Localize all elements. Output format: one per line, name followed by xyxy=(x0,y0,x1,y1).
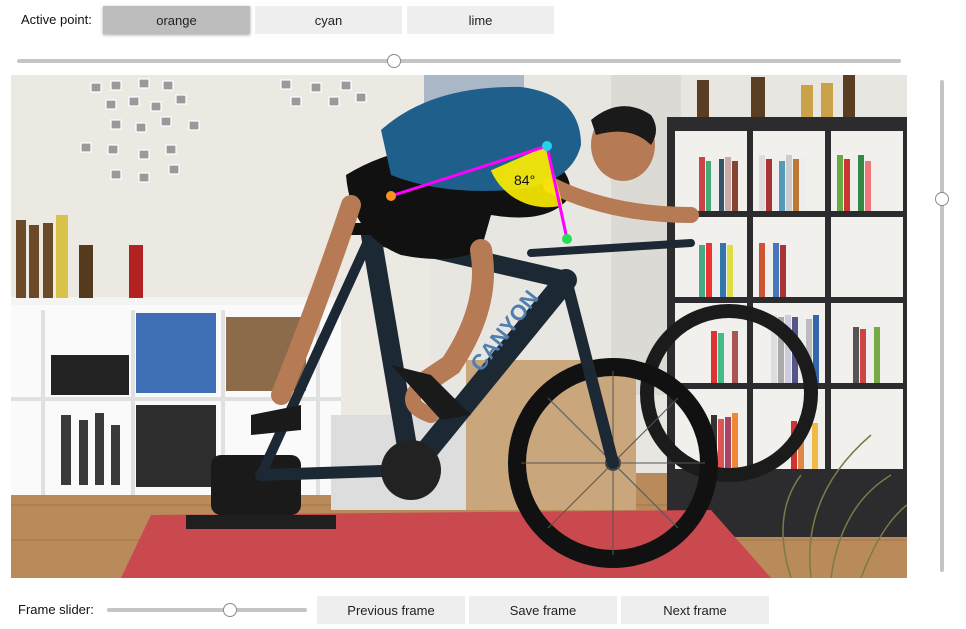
cyan-point[interactable] xyxy=(542,141,552,151)
orange-point-button[interactable]: orange xyxy=(103,6,250,34)
lime-point[interactable] xyxy=(562,234,572,244)
previous-frame-button[interactable]: Previous frame xyxy=(317,596,465,624)
lime-point-button[interactable]: lime xyxy=(407,6,554,34)
orange-point[interactable] xyxy=(386,191,396,201)
frame-slider-track[interactable] xyxy=(107,608,307,612)
save-frame-button[interactable]: Save frame xyxy=(469,596,617,624)
vertical-slider-thumb[interactable] xyxy=(935,192,949,206)
cyan-point-button[interactable]: cyan xyxy=(255,6,402,34)
top-slider-track[interactable] xyxy=(17,59,901,63)
frame-image: CANYON xyxy=(11,75,907,578)
top-slider-thumb[interactable] xyxy=(387,54,401,68)
angle-label: 84° xyxy=(514,172,536,188)
vertical-slider-track[interactable] xyxy=(940,80,944,572)
frame-slider-label: Frame slider: xyxy=(18,602,94,617)
next-frame-button[interactable]: Next frame xyxy=(621,596,769,624)
video-frame[interactable]: CANYON 84° xyxy=(11,75,907,578)
active-point-label: Active point: xyxy=(21,12,92,27)
frame-slider-thumb[interactable] xyxy=(223,603,237,617)
